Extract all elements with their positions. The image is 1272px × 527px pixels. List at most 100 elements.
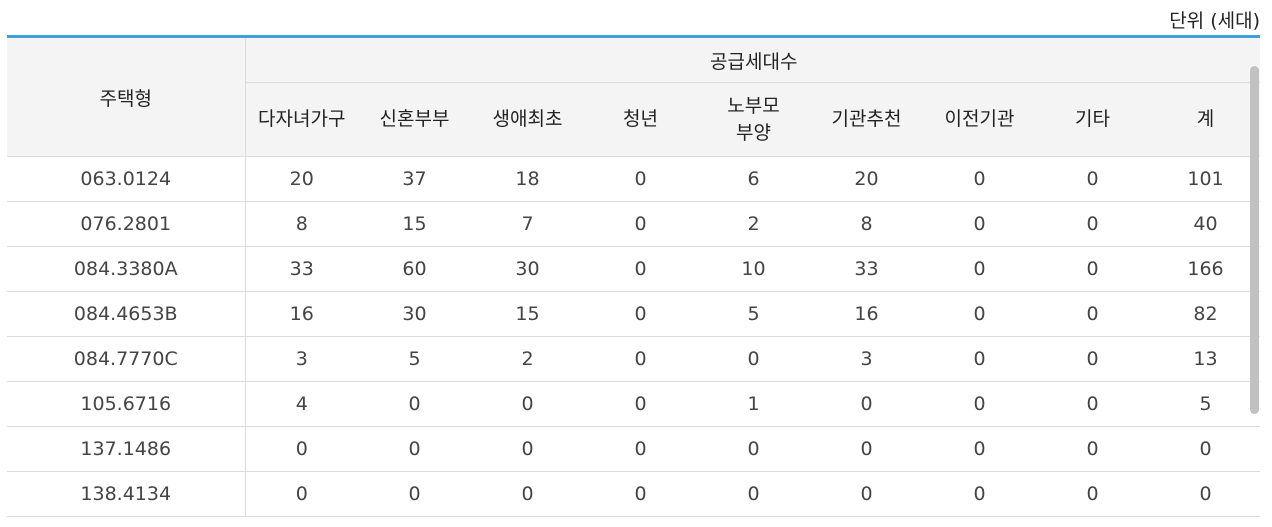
supply-table: 주택형 공급세대수 다자녀가구 신혼부부 생애최초 청년 노부모부양 기관추천 이전기관 기타… <box>7 38 1260 517</box>
value-cell: 101 <box>1149 156 1260 202</box>
value-cell: 0 <box>923 246 1036 292</box>
table-row: 138.4134 0 0 0 0 0 0 0 0 0 <box>7 471 1260 517</box>
value-cell: 2 <box>697 201 810 247</box>
value-cell: 0 <box>358 471 471 517</box>
table-row: 084.3380A 33 60 30 0 10 33 0 0 166 <box>7 246 1260 292</box>
housing-type-cell: 084.3380A <box>7 246 246 292</box>
value-cell: 37 <box>358 156 471 202</box>
value-cell: 5 <box>697 291 810 337</box>
value-cell: 5 <box>1149 381 1260 427</box>
header-column-label: 청년 <box>623 108 658 130</box>
header-column: 생애최초 <box>471 82 584 157</box>
header-column-label: 이전기관 <box>944 108 1015 130</box>
value-cell: 20 <box>245 156 358 202</box>
value-cell: 0 <box>1036 156 1149 202</box>
header-supply-count: 공급세대수 <box>245 38 1260 83</box>
value-cell: 4 <box>245 381 358 427</box>
header-column-label: 다자녀가구 <box>258 108 346 130</box>
table-row: 084.4653B 16 30 15 0 5 16 0 0 82 <box>7 291 1260 337</box>
value-cell: 33 <box>810 246 923 292</box>
value-cell: 40 <box>1149 201 1260 247</box>
header-column: 계 <box>1149 82 1260 157</box>
value-cell: 8 <box>810 201 923 247</box>
value-cell: 0 <box>584 381 697 427</box>
value-cell: 0 <box>1036 201 1149 247</box>
value-cell: 0 <box>1149 471 1260 517</box>
value-cell: 2 <box>471 336 584 382</box>
header-column-label: 기관추천 <box>831 108 902 130</box>
header-column: 청년 <box>584 82 697 157</box>
value-cell: 0 <box>584 291 697 337</box>
value-cell: 0 <box>810 471 923 517</box>
value-cell: 0 <box>1036 381 1149 427</box>
housing-type-cell: 105.6716 <box>7 381 246 427</box>
housing-type-cell: 138.4134 <box>7 471 246 517</box>
value-cell: 3 <box>245 336 358 382</box>
header-column-label: 부양 <box>736 121 771 144</box>
value-cell: 0 <box>584 471 697 517</box>
value-cell: 0 <box>923 291 1036 337</box>
table-row: 084.7770C 3 5 2 0 0 3 0 0 13 <box>7 336 1260 382</box>
value-cell: 166 <box>1149 246 1260 292</box>
value-cell: 0 <box>923 156 1036 202</box>
table-row: 063.0124 20 37 18 0 6 20 0 0 101 <box>7 156 1260 202</box>
header-column: 노부모부양 <box>697 82 810 157</box>
value-cell: 0 <box>923 336 1036 382</box>
value-cell: 0 <box>1149 426 1260 472</box>
value-cell: 0 <box>1036 291 1149 337</box>
value-cell: 0 <box>358 381 471 427</box>
value-cell: 3 <box>810 336 923 382</box>
value-cell: 0 <box>923 471 1036 517</box>
header-column-label: 계 <box>1196 108 1215 130</box>
value-cell: 0 <box>923 381 1036 427</box>
header-column: 이전기관 <box>923 82 1036 157</box>
value-cell: 0 <box>923 426 1036 472</box>
value-cell: 30 <box>358 291 471 337</box>
header-column: 기관추천 <box>810 82 923 157</box>
value-cell: 0 <box>358 426 471 472</box>
value-cell: 20 <box>810 156 923 202</box>
header-column: 다자녀가구 <box>245 82 358 157</box>
header-column-label: 신혼부부 <box>379 108 450 130</box>
value-cell: 0 <box>923 201 1036 247</box>
value-cell: 0 <box>697 336 810 382</box>
header-column-label: 기타 <box>1075 108 1110 130</box>
value-cell: 0 <box>584 156 697 202</box>
value-cell: 0 <box>810 381 923 427</box>
table-row: 105.6716 4 0 0 0 1 0 0 0 5 <box>7 381 1260 427</box>
value-cell: 0 <box>245 426 358 472</box>
value-cell: 13 <box>1149 336 1260 382</box>
value-cell: 0 <box>584 426 697 472</box>
header-housing-type: 주택형 <box>7 38 246 157</box>
header-column: 기타 <box>1036 82 1149 157</box>
value-cell: 0 <box>697 426 810 472</box>
value-cell: 0 <box>471 471 584 517</box>
table-row: 076.2801 8 15 7 0 2 8 0 0 40 <box>7 201 1260 247</box>
value-cell: 0 <box>584 336 697 382</box>
housing-type-cell: 076.2801 <box>7 201 246 247</box>
supply-table-container[interactable]: 주택형 공급세대수 다자녀가구 신혼부부 생애최초 청년 노부모부양 기관추천 이전기관 기타… <box>7 35 1260 527</box>
value-cell: 0 <box>245 471 358 517</box>
value-cell: 1 <box>697 381 810 427</box>
value-cell: 0 <box>1036 426 1149 472</box>
value-cell: 0 <box>584 246 697 292</box>
vertical-scrollbar[interactable] <box>1250 66 1259 414</box>
value-cell: 16 <box>245 291 358 337</box>
value-cell: 0 <box>471 426 584 472</box>
unit-label: 단위 (세대) <box>1169 10 1260 32</box>
value-cell: 33 <box>245 246 358 292</box>
value-cell: 30 <box>471 246 584 292</box>
header-column: 신혼부부 <box>358 82 471 157</box>
value-cell: 7 <box>471 201 584 247</box>
header-column-label: 생애최초 <box>492 108 563 130</box>
header-column-label: 노부모 <box>727 94 780 117</box>
value-cell: 18 <box>471 156 584 202</box>
value-cell: 10 <box>697 246 810 292</box>
housing-type-cell: 084.7770C <box>7 336 246 382</box>
value-cell: 5 <box>358 336 471 382</box>
value-cell: 0 <box>584 201 697 247</box>
housing-type-cell: 063.0124 <box>7 156 246 202</box>
value-cell: 0 <box>810 426 923 472</box>
value-cell: 8 <box>245 201 358 247</box>
value-cell: 60 <box>358 246 471 292</box>
